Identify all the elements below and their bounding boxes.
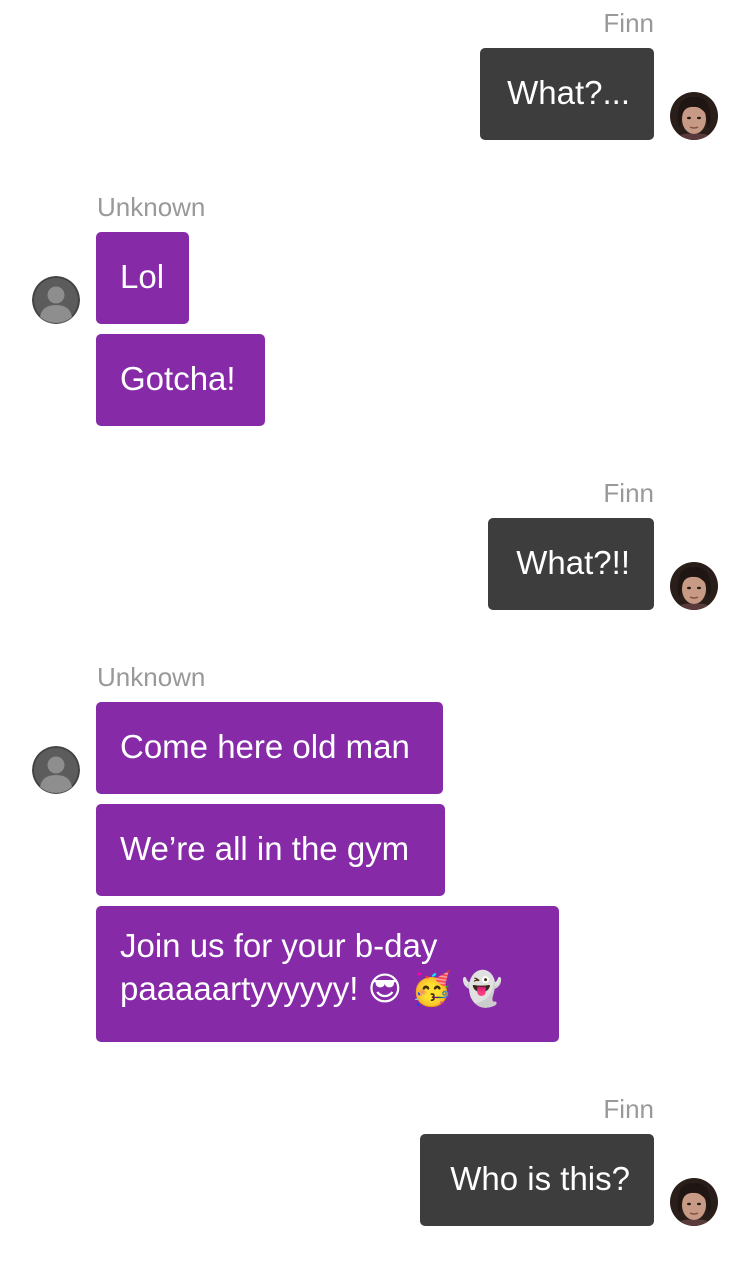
sender-name-finn: Finn bbox=[603, 8, 654, 38]
message-bubble-incoming[interactable]: Gotcha! bbox=[96, 334, 265, 426]
message-bubble-incoming[interactable]: Join us for your b-day paaaaartyyyyyy! 😎… bbox=[96, 906, 559, 1042]
sender-name-finn: Finn bbox=[603, 478, 654, 508]
finn-avatar-icon[interactable] bbox=[670, 92, 718, 140]
message-bubble-incoming[interactable]: We’re all in the gym bbox=[96, 804, 445, 896]
sender-name-unknown: Unknown bbox=[97, 192, 206, 222]
default-person-avatar-icon[interactable] bbox=[32, 746, 80, 794]
message-bubble-outgoing[interactable]: What?... bbox=[480, 48, 654, 140]
message-bubble-outgoing[interactable]: Who is this? bbox=[420, 1134, 654, 1226]
sender-name-unknown: Unknown bbox=[97, 662, 206, 692]
default-person-avatar-icon[interactable] bbox=[32, 276, 80, 324]
finn-avatar-icon[interactable] bbox=[670, 1178, 718, 1226]
finn-avatar-icon[interactable] bbox=[670, 562, 718, 610]
message-bubble-incoming[interactable]: Lol bbox=[96, 232, 189, 324]
sender-name-finn: Finn bbox=[603, 1094, 654, 1124]
message-bubble-incoming[interactable]: Come here old man bbox=[96, 702, 443, 794]
message-bubble-outgoing[interactable]: What?!! bbox=[488, 518, 654, 610]
